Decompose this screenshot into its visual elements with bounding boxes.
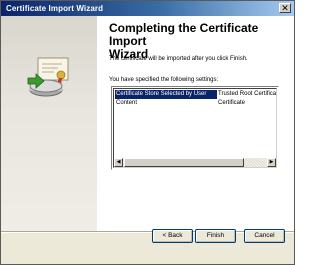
title-bar[interactable]: Certificate Import Wizard ✕: [1, 1, 294, 16]
list-item[interactable]: Content Certificate: [114, 99, 276, 108]
page-title-line1: Completing the Certificate Import: [109, 21, 259, 48]
chevron-right-icon: ▶: [269, 159, 274, 165]
scrollbar-thumb[interactable]: [124, 158, 244, 167]
settings-list[interactable]: Certificate Store Selected by User Trust…: [111, 86, 279, 170]
close-button[interactable]: ✕: [279, 3, 291, 13]
settings-label: You have specified the following setting…: [109, 77, 219, 83]
back-button[interactable]: < Back: [152, 229, 193, 243]
window-title: Certificate Import Wizard: [6, 4, 104, 13]
description-text: The certificate will be imported after y…: [109, 56, 248, 62]
cancel-button[interactable]: Cancel: [244, 229, 285, 243]
chevron-left-icon: ◀: [116, 159, 121, 165]
wizard-window: Certificate Import Wizard ✕ Completing t…: [0, 0, 295, 265]
setting-name: Content: [116, 100, 138, 106]
scroll-left-button[interactable]: ◀: [114, 158, 123, 167]
setting-value: Certificate: [218, 100, 246, 106]
list-item[interactable]: Certificate Store Selected by User Trust…: [114, 90, 277, 99]
scroll-right-button[interactable]: ▶: [267, 158, 276, 167]
wizard-content: Completing the Certificate Import Wizard…: [97, 16, 294, 231]
horizontal-scrollbar[interactable]: ◀ ▶: [114, 158, 276, 167]
setting-name: Certificate Store Selected by User: [115, 90, 217, 99]
wizard-body: Completing the Certificate Import Wizard…: [1, 16, 294, 264]
settings-list-body: Certificate Store Selected by User Trust…: [113, 88, 277, 168]
certificate-import-icon: [27, 57, 69, 97]
finish-button[interactable]: Finish: [195, 229, 236, 243]
wizard-side-panel: [1, 16, 97, 231]
setting-value: Trusted Root Certifica: [218, 91, 277, 97]
close-icon: ✕: [281, 2, 289, 13]
